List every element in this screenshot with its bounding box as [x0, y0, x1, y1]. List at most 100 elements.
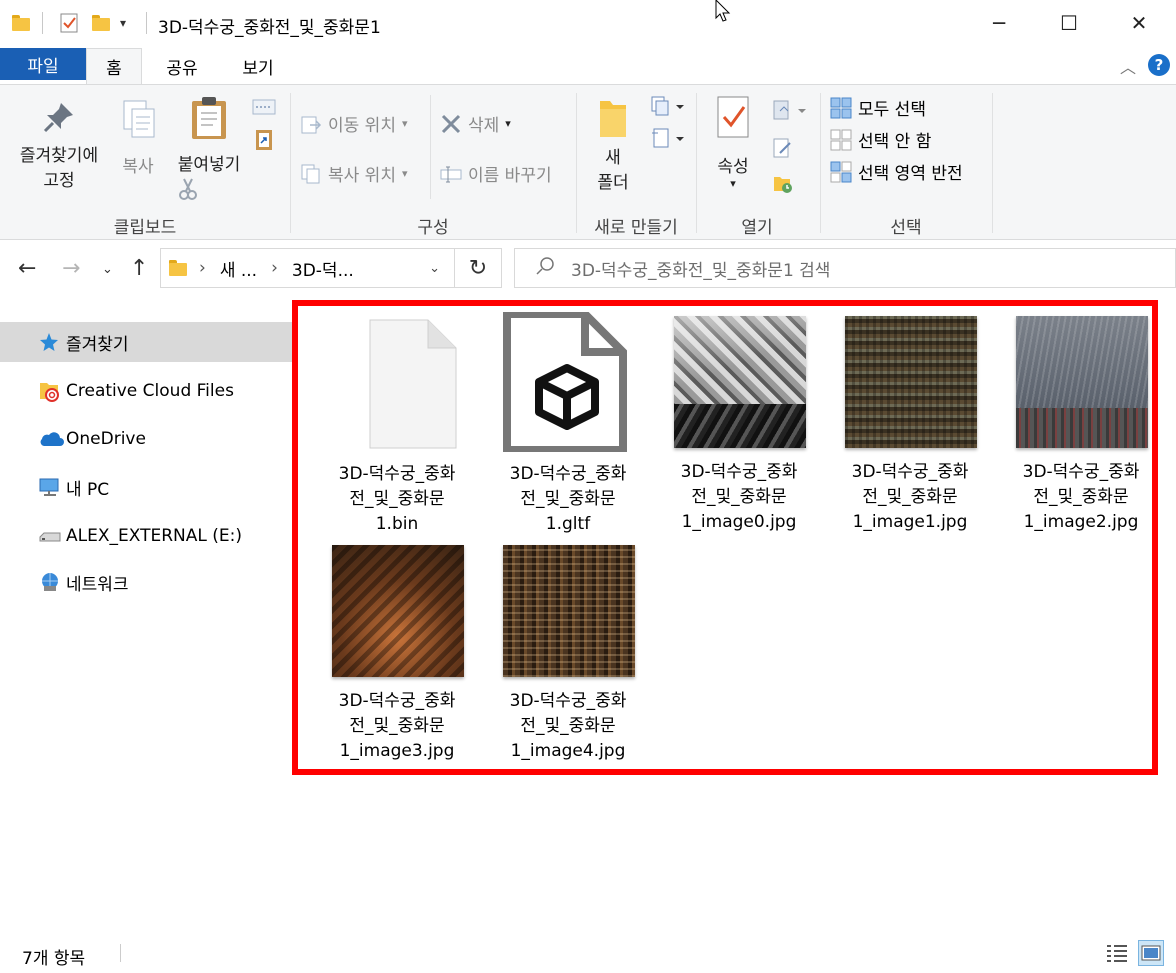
nav-item-creative-cloud[interactable]: Creative Cloud Files — [0, 371, 292, 411]
paste-button[interactable]: 붙여넣기 — [170, 95, 248, 175]
pin-to-quick-access-button[interactable]: 즐겨찾기에 고정 — [10, 99, 108, 194]
open-icon[interactable] — [772, 99, 808, 126]
file-name: 3D-덕수궁_중화 전_및_중화문 1.bin — [338, 464, 456, 534]
paste-shortcut-icon[interactable] — [254, 127, 274, 156]
address-bar[interactable]: › 새 ... › 3D-덕... ⌄ — [160, 248, 455, 288]
window-title: 3D-덕수궁_중화전_및_중화문1 — [158, 18, 381, 38]
group-separator — [576, 93, 577, 233]
new-group-label: 새로 만들기 — [594, 218, 678, 238]
new-folder-label-1: 새 — [605, 148, 621, 168]
image-thumbnail — [503, 545, 635, 677]
cut-icon[interactable] — [178, 177, 198, 206]
group-separator — [696, 93, 697, 233]
file-name: 3D-덕수궁_중화 전_및_중화문 1_image2.jpg — [1022, 462, 1140, 532]
drive-icon — [38, 525, 62, 547]
select-all-label: 모두 선택 — [858, 100, 926, 120]
file-item[interactable]: 3D-덕수궁_중화 전_및_중화문 1.gltf — [483, 310, 653, 538]
title-bar: ▾ 3D-덕수궁_중화전_및_중화문1 ─ ☐ ✕ — [0, 0, 1176, 46]
select-none-button[interactable]: 선택 안 함 — [830, 127, 931, 152]
pin-icon — [43, 103, 73, 133]
minimize-button[interactable]: ─ — [964, 0, 1034, 46]
separator — [120, 944, 121, 962]
new-folder-button[interactable]: 새 폴더 — [590, 95, 636, 196]
invert-selection-button[interactable]: 선택 영역 반전 — [830, 159, 963, 184]
file-item[interactable]: 3D-덕수궁_중화 전_및_중화문 1_image4.jpg — [483, 545, 653, 767]
copy-to-label: 복사 위치 — [328, 166, 396, 186]
chevron-down-icon: ▾ — [401, 117, 408, 130]
breadcrumb-separator-icon: › — [271, 258, 278, 278]
nav-item-quick-access[interactable]: 즐겨찾기 — [0, 322, 292, 362]
tab-view[interactable]: 보기 — [228, 48, 288, 84]
copy-to-button[interactable]: 복사 위치 ▾ — [300, 161, 408, 186]
forward-arrow-icon[interactable]: → — [62, 256, 80, 281]
maximize-button[interactable]: ☐ — [1034, 0, 1104, 46]
nav-item-label: OneDrive — [66, 429, 146, 449]
folder-icon — [169, 258, 187, 278]
file-item[interactable]: 3D-덕수궁_중화 전_및_중화문 1.bin — [312, 318, 482, 538]
separator — [430, 95, 431, 199]
breadcrumb-item-2[interactable]: 3D-덕... — [292, 256, 354, 281]
cloud-icon — [38, 428, 64, 450]
copy-path-icon[interactable] — [252, 99, 276, 120]
image-thumbnail — [1016, 316, 1148, 448]
delete-button[interactable]: 삭제 ▾ — [440, 111, 511, 136]
nav-item-this-pc[interactable]: 내 PC — [0, 467, 292, 507]
nav-item-onedrive[interactable]: OneDrive — [0, 419, 292, 459]
easy-access-icon[interactable] — [650, 127, 688, 154]
details-view-icon[interactable] — [1104, 940, 1130, 966]
item-count: 7개 항목 — [22, 949, 86, 969]
refresh-button[interactable]: ↻ — [455, 248, 502, 288]
organize-group-label: 구성 — [417, 218, 449, 238]
gltf-model-icon — [503, 310, 635, 454]
delete-label: 삭제 — [468, 116, 500, 136]
properties-quick-icon[interactable] — [58, 10, 80, 36]
tab-share[interactable]: 공유 — [152, 48, 212, 84]
back-arrow-icon[interactable]: ← — [18, 256, 36, 281]
select-all-icon — [830, 97, 852, 119]
help-icon[interactable]: ? — [1148, 54, 1170, 76]
navigation-pane: 즐겨찾기 Creative Cloud Files OneDrive 내 PC … — [0, 300, 292, 930]
clipboard-icon — [192, 97, 226, 139]
address-dropdown-icon[interactable]: ⌄ — [429, 261, 440, 276]
file-item[interactable]: 3D-덕수궁_중화 전_및_중화문 1_image1.jpg — [825, 316, 995, 538]
nav-item-network[interactable]: 네트워크 — [0, 562, 292, 602]
file-item[interactable]: 3D-덕수궁_중화 전_및_중화문 1_image0.jpg — [654, 316, 824, 538]
edit-icon[interactable] — [772, 137, 794, 164]
delete-icon — [440, 113, 462, 135]
open-group-label: 열기 — [741, 218, 773, 238]
chevron-down-icon: ▾ — [401, 167, 408, 180]
properties-button[interactable]: 속성 ▾ — [708, 95, 758, 190]
tab-file[interactable]: 파일 — [0, 48, 86, 80]
recent-locations-icon[interactable]: ⌄ — [102, 262, 113, 277]
separator — [42, 10, 43, 36]
chevron-down-icon: ▾ — [730, 177, 736, 190]
move-to-icon — [300, 113, 322, 135]
collapse-ribbon-icon[interactable]: ︿ — [1120, 54, 1136, 78]
invert-selection-icon — [830, 161, 852, 183]
nav-item-external-drive[interactable]: ALEX_EXTERNAL (E:) — [0, 516, 292, 556]
close-button[interactable]: ✕ — [1104, 0, 1174, 46]
copy-to-icon — [300, 163, 322, 185]
file-name: 3D-덕수궁_중화 전_및_중화문 1_image4.jpg — [509, 691, 627, 761]
search-box[interactable]: 3D-덕수궁_중화전_및_중화문1 검색 — [514, 248, 1176, 288]
move-to-button[interactable]: 이동 위치 ▾ — [300, 111, 408, 136]
up-arrow-icon[interactable]: ↑ — [130, 256, 148, 281]
new-item-icon[interactable] — [650, 95, 688, 122]
rename-label: 이름 바꾸기 — [468, 166, 552, 186]
copy-button[interactable]: 복사 — [114, 99, 162, 177]
large-icons-view-icon[interactable] — [1138, 940, 1164, 966]
history-icon[interactable] — [772, 173, 794, 200]
rename-button[interactable]: 이름 바꾸기 — [440, 161, 552, 186]
breadcrumb-item-1[interactable]: 새 ... — [220, 256, 257, 281]
tab-home[interactable]: 홈 — [86, 48, 142, 84]
select-all-button[interactable]: 모두 선택 — [830, 95, 926, 120]
customize-quick-access-icon[interactable]: ▾ — [120, 10, 126, 36]
file-item[interactable]: 3D-덕수궁_중화 전_및_중화문 1_image3.jpg — [312, 545, 482, 767]
new-folder-quick-icon[interactable] — [92, 10, 110, 36]
file-name: 3D-덕수궁_중화 전_및_중화문 1_image0.jpg — [680, 462, 798, 532]
file-item[interactable]: 3D-덕수궁_중화 전_및_중화문 1_image2.jpg — [996, 316, 1166, 538]
copy-icon — [123, 100, 155, 138]
properties-icon — [717, 96, 749, 138]
breadcrumb-separator-icon: › — [199, 258, 206, 278]
search-icon — [535, 256, 555, 281]
